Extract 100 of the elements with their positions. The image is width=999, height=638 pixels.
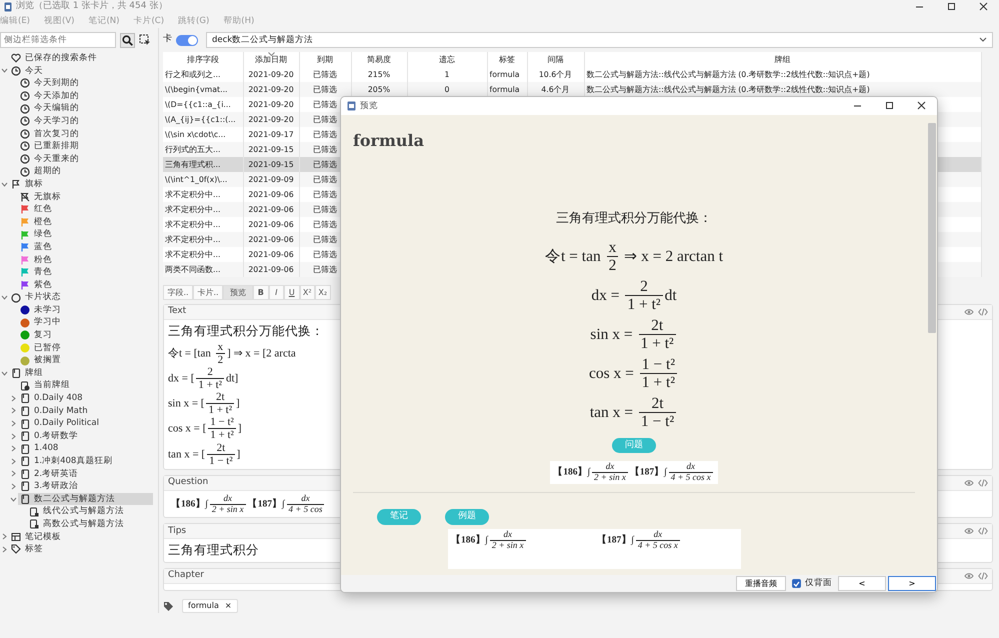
sidebar-item[interactable]: 复习 [18, 329, 153, 342]
sidebar-item[interactable]: 高数公式与解题方法 [27, 518, 153, 531]
checkbox[interactable] [792, 579, 801, 588]
sidebar-item[interactable]: 紫色 [18, 278, 153, 292]
close-icon[interactable] [916, 101, 926, 110]
select-tool-icon[interactable] [139, 34, 151, 46]
format-button[interactable]: X₂ [315, 285, 330, 300]
code-icon[interactable] [978, 308, 988, 316]
remove-tag-button[interactable]: × [224, 600, 232, 612]
toggle-label: 卡 [163, 33, 172, 46]
italic-button[interactable]: I [268, 285, 284, 300]
sidebar-item[interactable]: 橙色 [18, 216, 153, 228]
sidebar-item[interactable]: 0.Daily Political [18, 417, 153, 430]
sidebar-item[interactable]: 1.408 [18, 442, 153, 455]
sidebar-item[interactable]: 蓝色 [18, 240, 153, 254]
underline-button[interactable]: U [284, 285, 300, 300]
next-button[interactable]: > [888, 576, 936, 591]
clock-icon [11, 66, 21, 76]
sidebar-item[interactable]: 0.考研数学 [18, 430, 153, 442]
sidebar-item[interactable]: 今天 [9, 64, 153, 78]
toolbar-button[interactable]: 字段.. [163, 285, 193, 300]
clock-icon [20, 141, 30, 152]
search-combo-field[interactable]: deck数二公式与解题方法 [206, 32, 993, 48]
sidebar-item[interactable]: 旗标 [9, 178, 153, 191]
sidebar-item[interactable]: 青色 [18, 266, 153, 279]
eye-icon[interactable] [964, 572, 974, 580]
field-text: 三角有理式积分万能代换： [168, 322, 324, 340]
sidebar-search-field[interactable]: 侧边栏筛选条件 [0, 32, 116, 48]
toolbar-button[interactable]: 卡片.. [193, 285, 223, 300]
sidebar-item[interactable]: 无旗标 [18, 190, 153, 204]
previous-button[interactable]: < [838, 576, 886, 591]
sidebar-item[interactable]: 今天添加的 [18, 90, 153, 102]
field-label: Tips [168, 524, 186, 538]
deck-icon [20, 431, 30, 442]
deck-icon [20, 468, 30, 479]
window-title: 浏览（已选取 1 张卡片，共 454 张） [16, 0, 168, 14]
format-button[interactable]: X² [300, 285, 315, 300]
search-button[interactable] [120, 32, 135, 48]
replay-audio-button[interactable]: 重播音频 [736, 576, 786, 591]
sidebar-item[interactable]: 已重新排期 [18, 140, 153, 153]
deck-icon [20, 444, 30, 454]
close-icon[interactable] [978, 2, 988, 12]
app-icon [4, 2, 12, 12]
sidebar-item[interactable]: 已保存的搜索条件 [9, 52, 153, 65]
sidebar-item[interactable]: 3.考研政治 [18, 480, 153, 493]
eye-icon[interactable] [964, 308, 974, 316]
sidebar-item[interactable]: 0.Daily Math [18, 404, 153, 418]
card-heading: formula [353, 130, 424, 152]
sidebar-item[interactable]: 今天重来的 [18, 152, 153, 166]
note-type-icon [11, 532, 21, 542]
sidebar-item[interactable]: 首次复习的 [18, 128, 153, 140]
app-icon [347, 101, 356, 111]
sidebar-item[interactable]: 今天学习的 [18, 114, 153, 128]
deck-icon [20, 393, 30, 404]
sidebar-item[interactable]: 红色 [18, 203, 153, 216]
code-icon[interactable] [978, 527, 988, 536]
maximize-icon[interactable] [884, 101, 894, 110]
clock-icon [20, 166, 30, 177]
sidebar-item[interactable]: 粉色 [18, 254, 153, 266]
bold-button[interactable]: B [253, 285, 268, 300]
field-text: 三角有理式积分万能代换： [556, 210, 712, 228]
eye-icon[interactable] [964, 478, 974, 487]
mode-switch[interactable] [176, 34, 198, 46]
sidebar-item[interactable]: 已暂停 [18, 342, 153, 354]
sidebar-item[interactable]: 线代公式与解题方法 [27, 505, 153, 518]
sidebar-item[interactable]: 0.Daily 408 [18, 392, 153, 405]
sidebar-item[interactable]: 1.冲刺408真题狂刷 [18, 455, 153, 468]
flag-icon [11, 179, 21, 190]
field-label: Chapter [168, 569, 204, 582]
sidebar-item[interactable]: 被搁置 [18, 354, 153, 367]
deck-icon [20, 418, 30, 429]
sidebar-item[interactable]: 今天编辑的 [18, 102, 153, 115]
sidebar-item[interactable]: 笔记模板 [9, 530, 153, 544]
sidebar-item[interactable]: 绿色 [18, 228, 153, 241]
sidebar-item[interactable]: 当前牌组 [18, 379, 153, 392]
sidebar-item[interactable]: 牌组 [9, 366, 153, 380]
sidebar-item[interactable]: 标签 [9, 543, 153, 556]
sidebar-item[interactable]: 2.考研英语 [18, 468, 153, 480]
section-label: 笔记 [377, 509, 421, 525]
deck-icon [20, 456, 30, 466]
deck-icon [20, 494, 30, 504]
sidebar-item[interactable]: 卡片状态 [9, 291, 153, 304]
sidebar-item[interactable]: 超期的 [18, 165, 153, 178]
section-label: 例题 [445, 509, 489, 525]
toolbar-button[interactable]: 预览 [223, 285, 253, 300]
tag-icon [11, 544, 21, 554]
clock-icon [20, 78, 30, 88]
sidebar-item[interactable]: 数二公式与解题方法 [18, 492, 153, 506]
maximize-icon[interactable] [946, 2, 956, 12]
code-icon[interactable] [978, 478, 988, 487]
dropdown-caret-icon[interactable] [979, 37, 987, 43]
tag-chip[interactable]: formula × [182, 599, 238, 614]
sidebar-item[interactable]: 学习中 [18, 316, 153, 330]
checkbox-label[interactable]: 仅背面 [805, 577, 832, 590]
sidebar-item[interactable]: 未学习 [18, 304, 153, 316]
eye-icon[interactable] [964, 527, 974, 536]
heart-icon [11, 53, 21, 64]
field-label: Text [168, 305, 186, 318]
sidebar-item[interactable]: 今天到期的 [18, 77, 153, 90]
code-icon[interactable] [978, 572, 988, 580]
